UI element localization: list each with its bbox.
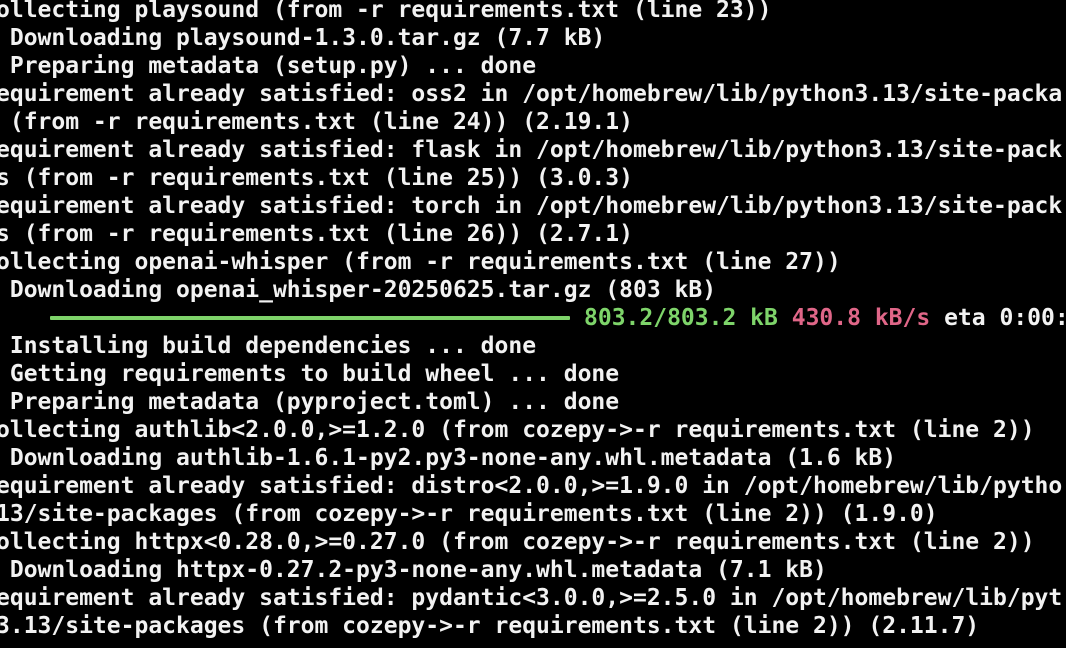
terminal-line: equirement already satisfied: oss2 in /o… bbox=[0, 81, 1063, 107]
terminal-line: equirement already satisfied: torch in /… bbox=[0, 193, 1063, 219]
terminal-line: s (from -r requirements.txt (line 26)) (… bbox=[0, 221, 633, 247]
terminal-line: Preparing metadata (setup.py) ... done bbox=[0, 53, 537, 79]
terminal-line: Downloading httpx-0.27.2-py3-none-any.wh… bbox=[0, 557, 827, 583]
progress-rate: 430.8 kB/s bbox=[791, 305, 931, 331]
download-progress-line: 803.2/803.2 kB 430.8 kB/s eta 0:00: bbox=[0, 304, 1066, 332]
progress-size: 803.2/803.2 kB bbox=[584, 305, 778, 331]
terminal-line: Downloading authlib-1.6.1-py2.py3-none-a… bbox=[0, 445, 897, 471]
terminal-line: Downloading openai_whisper-20250625.tar.… bbox=[0, 277, 717, 303]
terminal-line: Installing build dependencies ... done bbox=[0, 333, 537, 359]
progress-eta: eta 0:00: bbox=[944, 305, 1066, 331]
terminal-line: s (from -r requirements.txt (line 25)) (… bbox=[0, 165, 633, 191]
terminal-line: equirement already satisfied: distro<2.0… bbox=[0, 473, 1063, 499]
terminal-line: Downloading playsound-1.3.0.tar.gz (7.7 … bbox=[0, 25, 606, 51]
progress-bar bbox=[50, 316, 570, 320]
terminal-line: 3.13/site-packages (from cozepy->-r requ… bbox=[0, 613, 980, 639]
terminal-window[interactable]: ollecting playsound (from -r requirement… bbox=[0, 0, 1066, 648]
terminal-line: ollecting httpx<0.28.0,>=0.27.0 (from co… bbox=[0, 529, 1035, 555]
terminal-line: ollecting authlib<2.0.0,>=1.2.0 (from co… bbox=[0, 417, 1035, 443]
terminal-line: 13/site-packages (from cozepy->-r requir… bbox=[0, 501, 938, 527]
terminal-line: equirement already satisfied: pydantic<3… bbox=[0, 585, 1063, 611]
terminal-line: (from -r requirements.txt (line 24)) (2.… bbox=[0, 109, 633, 135]
terminal-output: ollecting playsound (from -r requirement… bbox=[0, 0, 1066, 640]
terminal-line: ollecting openai-whisper (from -r requir… bbox=[0, 249, 841, 275]
terminal-line: equirement already satisfied: flask in /… bbox=[0, 137, 1063, 163]
terminal-line: Preparing metadata (pyproject.toml) ... … bbox=[0, 389, 620, 415]
terminal-line: Getting requirements to build wheel ... … bbox=[0, 361, 620, 387]
terminal-line: ollecting playsound (from -r requirement… bbox=[0, 0, 772, 23]
